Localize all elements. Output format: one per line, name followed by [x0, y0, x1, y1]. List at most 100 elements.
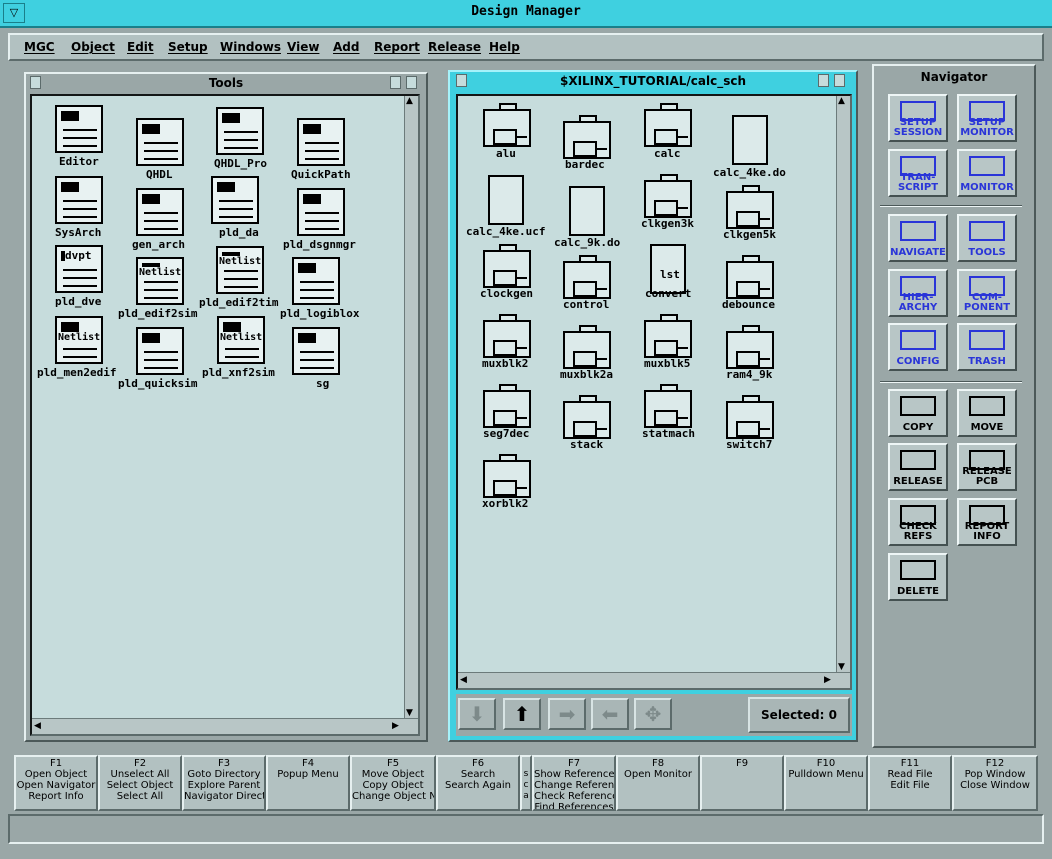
scroll-right-icon[interactable]: ▶ [392, 721, 399, 731]
menu-add[interactable]: Add [333, 40, 359, 54]
trash-button[interactable]: TRASH [957, 323, 1017, 371]
item-debounce[interactable]: debounce [722, 298, 775, 311]
component-button[interactable]: COM- PONENT [957, 269, 1017, 317]
item-alu[interactable]: alu [496, 147, 516, 160]
folder-icon[interactable] [483, 454, 533, 502]
item-stack[interactable]: stack [570, 438, 603, 451]
tools-vertical-scrollbar[interactable]: ▲ ▼ [404, 96, 418, 718]
scroll-up-icon[interactable]: ▲ [406, 96, 413, 106]
menu-view[interactable]: View [287, 40, 319, 54]
item-clkgen3k[interactable]: clkgen3k [641, 217, 694, 230]
item-muxblk2a[interactable]: muxblk2a [560, 368, 613, 381]
arrow-right-button[interactable]: ➡ [548, 698, 586, 730]
item-statmach[interactable]: statmach [642, 427, 695, 440]
hierarchy-button[interactable]: HIER- ARCHY [888, 269, 948, 317]
menu-windows[interactable]: Windows [220, 40, 281, 54]
navigate-button[interactable]: NAVIGATE [888, 214, 948, 262]
fkey-f1[interactable]: F1 Open Object Open Navigator Report Info [14, 755, 98, 811]
folder-icon[interactable] [644, 314, 694, 362]
folder-icon[interactable] [644, 174, 694, 222]
folder-icon[interactable] [563, 325, 613, 373]
scroll-down-icon[interactable]: ▼ [406, 708, 413, 718]
setup-session-button[interactable]: SETUP SESSION [888, 94, 948, 142]
release-button[interactable]: RELEASE [888, 443, 948, 491]
fkey-f6[interactable]: F6 Search Search Again [436, 755, 520, 811]
pld-dve-icon: dvpt [55, 245, 103, 293]
scroll-down-icon[interactable]: ▼ [838, 662, 845, 672]
item-control[interactable]: control [563, 298, 609, 311]
folder-icon[interactable] [483, 384, 533, 432]
fkey-f11[interactable]: F11 Read File Edit File [868, 755, 952, 811]
release-pcb-button[interactable]: RELEASE PCB [957, 443, 1017, 491]
directory-horizontal-scrollbar[interactable]: ◀ ▶ [458, 672, 850, 688]
scroll-up-icon[interactable]: ▲ [838, 96, 845, 106]
arrow-down-button[interactable]: ⬇ [458, 698, 496, 730]
sca-key[interactable]: sca [520, 755, 532, 811]
item-seg7dec[interactable]: seg7dec [483, 427, 529, 440]
fkey-f9[interactable]: F9 [700, 755, 784, 811]
item-muxblk2[interactable]: muxblk2 [482, 357, 528, 370]
item-clockgen[interactable]: clockgen [480, 287, 533, 300]
file-icon[interactable] [569, 186, 605, 236]
item-bardec[interactable]: bardec [565, 158, 605, 171]
menu-setup[interactable]: Setup [168, 40, 208, 54]
menu-mgc[interactable]: MGC [24, 40, 55, 54]
fkey-f8[interactable]: F8 Open Monitor [616, 755, 700, 811]
folder-icon[interactable] [726, 255, 776, 303]
tools-horizontal-scrollbar[interactable]: ◀ ▶ [32, 718, 418, 734]
setup-monitor-button[interactable]: SETUP MONITOR [957, 94, 1017, 142]
menu-report[interactable]: Report [374, 40, 420, 54]
directory-vertical-scrollbar[interactable]: ▲ ▼ [836, 96, 850, 672]
copy-button[interactable]: COPY [888, 389, 948, 437]
item-convert[interactable]: convert [645, 287, 691, 300]
arrow-up-button[interactable]: ⬆ [503, 698, 541, 730]
menu-edit[interactable]: Edit [127, 40, 154, 54]
item-clkgen5k[interactable]: clkgen5k [723, 228, 776, 241]
arrow-left-button[interactable]: ⬅ [591, 698, 629, 730]
file-icon[interactable] [732, 115, 768, 165]
move-button[interactable]: MOVE [957, 389, 1017, 437]
sysarch-icon [55, 176, 103, 224]
item-muxblk5[interactable]: muxblk5 [644, 357, 690, 370]
folder-icon[interactable] [563, 395, 613, 443]
item-calc[interactable]: calc [654, 147, 681, 160]
folder-icon[interactable] [726, 395, 776, 443]
menu-help[interactable]: Help [489, 40, 520, 54]
folder-icon[interactable] [726, 185, 776, 233]
menu-release[interactable]: Release [428, 40, 481, 54]
delete-button[interactable]: DELETE [888, 553, 948, 601]
item-xorblk2[interactable]: xorblk2 [482, 497, 528, 510]
tools-button[interactable]: TOOLS [957, 214, 1017, 262]
transcript-button[interactable]: TRAN- SCRIPT [888, 149, 948, 197]
fkey-f4[interactable]: F4 Popup Menu [266, 755, 350, 811]
fkey-f7[interactable]: F7Show ReferencesChange ReferenceCheck R… [532, 755, 616, 811]
folder-icon[interactable] [563, 255, 613, 303]
item-switch7[interactable]: switch7 [726, 438, 772, 451]
item-calc-9k-do[interactable]: calc_9k.do [554, 236, 620, 249]
fkey-f12[interactable]: F12 Pop Window Close Window [952, 755, 1038, 811]
check-refs-button[interactable]: CHECK REFS [888, 498, 948, 546]
folder-icon[interactable] [644, 384, 694, 432]
folder-icon[interactable] [483, 103, 533, 151]
scroll-left-icon[interactable]: ◀ [34, 721, 41, 731]
item-calc-4ke-do[interactable]: calc_4ke.do [713, 166, 786, 179]
folder-icon[interactable] [726, 325, 776, 373]
fkey-f5[interactable]: F5Move ObjectCopy ObjectChange Object Na… [350, 755, 436, 811]
fkey-f10[interactable]: F10 Pulldown Menu [784, 755, 868, 811]
item-ram4-9k[interactable]: ram4_9k [726, 368, 772, 381]
menu-object[interactable]: Object [71, 40, 115, 54]
config-button[interactable]: CONFIG [888, 323, 948, 371]
folder-icon[interactable] [483, 244, 533, 292]
folder-icon[interactable] [483, 314, 533, 362]
folder-icon[interactable] [644, 103, 694, 151]
item-calc-4ke-ucf[interactable]: calc_4ke.ucf [466, 225, 545, 238]
fkey-f3[interactable]: F3 Goto Directory Explore Parent Navigator … [182, 755, 266, 811]
folder-icon[interactable] [563, 115, 613, 163]
arrow-all-button[interactable]: ✥ [634, 698, 672, 730]
fkey-f2[interactable]: F2 Unselect All Select Object Select All [98, 755, 182, 811]
monitor-button[interactable]: MONITOR [957, 149, 1017, 197]
scroll-left-icon[interactable]: ◀ [460, 675, 467, 685]
file-icon[interactable] [488, 175, 524, 225]
report-info-button[interactable]: REPORT INFO [957, 498, 1017, 546]
scroll-right-icon[interactable]: ▶ [824, 675, 831, 685]
